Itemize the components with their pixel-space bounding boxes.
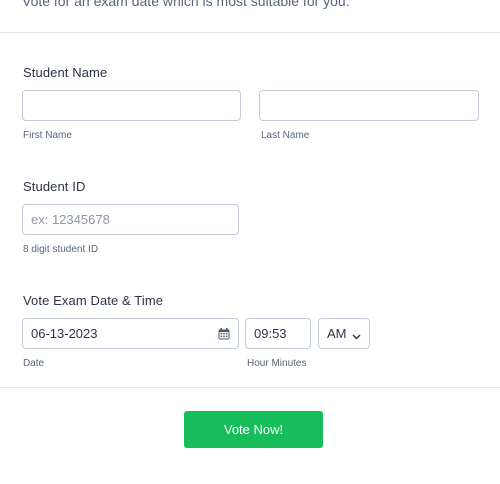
time-sublabel: Hour Minutes: [247, 358, 307, 369]
ampm-value: AM: [327, 326, 347, 341]
time-value: 09:53: [254, 326, 287, 341]
chevron-down-icon: [352, 329, 361, 340]
header-divider: [0, 32, 500, 33]
student-id-sublabel: 8 digit student ID: [23, 244, 99, 255]
last-name-input[interactable]: [259, 90, 479, 121]
ampm-select[interactable]: AM: [318, 318, 370, 349]
student-id-input[interactable]: [22, 204, 239, 235]
first-name-input[interactable]: [22, 90, 241, 121]
form-intro-text: Vote for an exam date which is most suit…: [22, 0, 350, 9]
last-name-sublabel: Last Name: [261, 130, 310, 141]
vote-now-button[interactable]: Vote Now!: [184, 411, 323, 448]
exam-datetime-label: Vote Exam Date & Time: [23, 293, 164, 308]
time-input[interactable]: 09:53: [245, 318, 311, 349]
student-name-label: Student Name: [23, 65, 108, 80]
date-value: 06-13-2023: [31, 326, 98, 341]
student-id-label: Student ID: [23, 179, 86, 194]
date-input[interactable]: 06-13-2023: [22, 318, 239, 349]
first-name-sublabel: First Name: [23, 130, 72, 141]
footer-divider: [0, 387, 500, 388]
calendar-icon[interactable]: [218, 327, 230, 340]
date-sublabel: Date: [23, 358, 45, 369]
